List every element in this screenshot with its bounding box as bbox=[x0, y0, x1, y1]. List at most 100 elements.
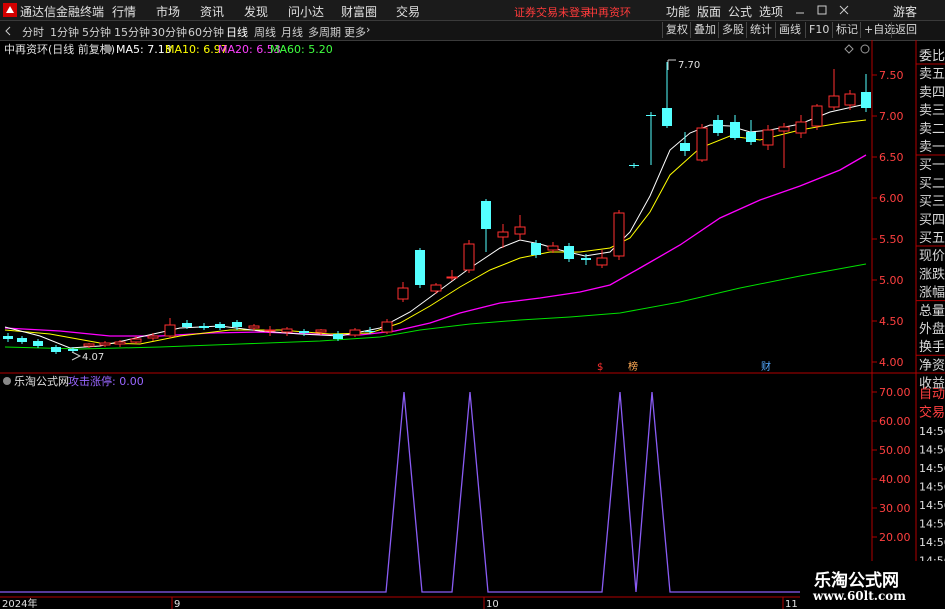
price-panel-title: 中再资环(日线 前复权) bbox=[4, 42, 115, 56]
menu-formula[interactable]: 公式 bbox=[728, 3, 752, 20]
ma5-line bbox=[4, 103, 867, 349]
auto-trade-label[interactable]: 交易 bbox=[919, 405, 945, 421]
return-button[interactable]: 返回 bbox=[891, 22, 917, 38]
side-row-sell3: 卖三 bbox=[919, 104, 945, 119]
f10-button[interactable]: F10 bbox=[805, 22, 829, 38]
x-label-11: 11 bbox=[785, 599, 798, 609]
side-row-buy2: 买二 bbox=[919, 176, 945, 191]
candle-body-up bbox=[514, 226, 526, 235]
diamond-icon[interactable] bbox=[844, 44, 854, 54]
side-row-sell1: 卖一 bbox=[919, 140, 945, 155]
close-icon[interactable] bbox=[839, 5, 849, 15]
candle-body-down bbox=[68, 349, 78, 351]
price-tick-label: 6.00 bbox=[879, 192, 904, 205]
side-row-volume: 总量 bbox=[919, 304, 945, 319]
tab-timeshare[interactable]: 分时 bbox=[22, 24, 44, 40]
add-watchlist-button[interactable]: +自选 bbox=[860, 22, 895, 38]
candle-body-up bbox=[114, 341, 126, 345]
tick-time: 14:56 bbox=[919, 499, 945, 512]
tab-1min[interactable]: 1分钟 bbox=[50, 24, 79, 40]
tab-daily[interactable]: 日线 bbox=[226, 24, 248, 40]
order-book-panel[interactable]: 委比卖五卖四卖三卖二卖一买一买二买三买四买五现价涨跌涨幅总量外盘换手净资收益自动… bbox=[916, 40, 945, 568]
restore-rights-button[interactable]: 复权 bbox=[662, 22, 688, 38]
price-tick-label: 7.50 bbox=[879, 69, 904, 82]
draw-line-button[interactable]: 画线 bbox=[775, 22, 801, 38]
candle-body-up bbox=[99, 342, 111, 346]
overlay-button[interactable]: 叠加 bbox=[690, 22, 716, 38]
maximize-icon[interactable] bbox=[817, 5, 827, 15]
tab-more[interactable]: 更多 bbox=[344, 24, 366, 40]
ma5-label: MA5: 7.13 bbox=[116, 43, 172, 56]
side-row-price: 现价 bbox=[919, 249, 945, 264]
x-label-year: 2024年 bbox=[2, 597, 37, 609]
app-logo-icon bbox=[3, 3, 17, 17]
menu-trade[interactable]: 交易 bbox=[396, 3, 420, 20]
login-warning[interactable]: 证券交易未登录 bbox=[514, 4, 591, 20]
tab-15min[interactable]: 15分钟 bbox=[114, 24, 150, 40]
candle-body-up bbox=[762, 129, 774, 146]
ranking-marker[interactable]: 榜 bbox=[628, 360, 638, 373]
menu-discover[interactable]: 发现 bbox=[244, 3, 268, 20]
menu-ask[interactable]: 问小达 bbox=[288, 3, 324, 20]
dividend-marker[interactable]: $ bbox=[597, 362, 603, 373]
tab-multi-period[interactable]: 多周期 bbox=[308, 24, 341, 40]
candle-body-down bbox=[365, 331, 375, 332]
chart-area[interactable]: 中再资环(日线 前复权) MA5: 7.13 MA10: 6.97 MA20: … bbox=[0, 40, 945, 609]
side-row-net-asset: 净资 bbox=[919, 358, 945, 373]
x-label-9: 9 bbox=[174, 599, 180, 609]
candle-body-up bbox=[130, 338, 142, 343]
candle-body-up bbox=[778, 126, 790, 132]
candle-body-up bbox=[381, 321, 393, 333]
statistics-button[interactable]: 统计 bbox=[746, 22, 772, 38]
more-chevron-icon[interactable]: › bbox=[366, 23, 370, 36]
candle-body-up bbox=[264, 329, 276, 332]
candle-body-up bbox=[83, 343, 95, 347]
candle-body-up bbox=[696, 127, 708, 161]
candle-body-up bbox=[795, 121, 807, 134]
tab-30min[interactable]: 30分钟 bbox=[151, 24, 187, 40]
tick-time: 14:56 bbox=[919, 481, 945, 494]
indicator-settings-icon[interactable] bbox=[3, 377, 11, 385]
x-label-10: 10 bbox=[486, 599, 499, 609]
menu-market[interactable]: 市场 bbox=[156, 3, 180, 20]
candle-body-up bbox=[349, 329, 361, 336]
tab-5min[interactable]: 5分钟 bbox=[82, 24, 111, 40]
menu-layout[interactable]: 版面 bbox=[697, 3, 721, 20]
auto-trade-label[interactable]: 自动 bbox=[919, 387, 945, 402]
menu-news[interactable]: 资讯 bbox=[200, 3, 224, 20]
tick-time: 14:56 bbox=[919, 462, 945, 475]
multi-stock-button[interactable]: 多股 bbox=[718, 22, 744, 38]
menu-function[interactable]: 功能 bbox=[666, 3, 690, 20]
candle-body-up bbox=[147, 335, 159, 339]
candle-body-down bbox=[232, 322, 242, 327]
side-row-buy5: 买五 bbox=[919, 231, 945, 246]
settings-dot-icon[interactable] bbox=[104, 45, 112, 53]
user-label[interactable]: 游客 bbox=[893, 3, 917, 20]
minimize-icon[interactable] bbox=[795, 5, 805, 15]
candle-body-down bbox=[215, 324, 225, 328]
title-bar: 通达信金融终端 行情 市场 资讯 发现 问小达 财富圈 交易 证券交易未登录 中… bbox=[0, 0, 945, 21]
candle-body-up bbox=[828, 95, 840, 108]
tab-monthly[interactable]: 月线 bbox=[281, 24, 303, 40]
menu-quotes[interactable]: 行情 bbox=[112, 3, 136, 20]
candle-body-up bbox=[315, 329, 327, 333]
candle-body-down bbox=[3, 336, 13, 339]
side-row-change-pct: 涨幅 bbox=[919, 286, 945, 301]
tab-weekly[interactable]: 周线 bbox=[254, 24, 276, 40]
indicator-tick-label: 30.00 bbox=[879, 502, 911, 515]
candle-body-down bbox=[861, 92, 871, 108]
back-arrow-icon[interactable] bbox=[2, 25, 14, 37]
price-tick-label: 4.00 bbox=[879, 356, 904, 369]
mark-button[interactable]: 标记 bbox=[832, 22, 858, 38]
ma10-line bbox=[4, 119, 867, 345]
indicator-tick-label: 20.00 bbox=[879, 531, 911, 544]
side-row-buy4: 买四 bbox=[919, 213, 945, 228]
circle-icon[interactable] bbox=[860, 44, 870, 54]
price-axis: 7.50 7.00 6.50 6.00 5.50 5.00 4.50 4.00 bbox=[872, 69, 904, 369]
menu-options[interactable]: 选项 bbox=[759, 3, 783, 20]
low-price-marker bbox=[71, 351, 82, 361]
finance-marker[interactable]: 财 bbox=[761, 360, 771, 373]
menu-wealth[interactable]: 财富圈 bbox=[341, 3, 377, 20]
indicator-tick-label: 40.00 bbox=[879, 473, 911, 486]
tab-60min[interactable]: 60分钟 bbox=[188, 24, 224, 40]
